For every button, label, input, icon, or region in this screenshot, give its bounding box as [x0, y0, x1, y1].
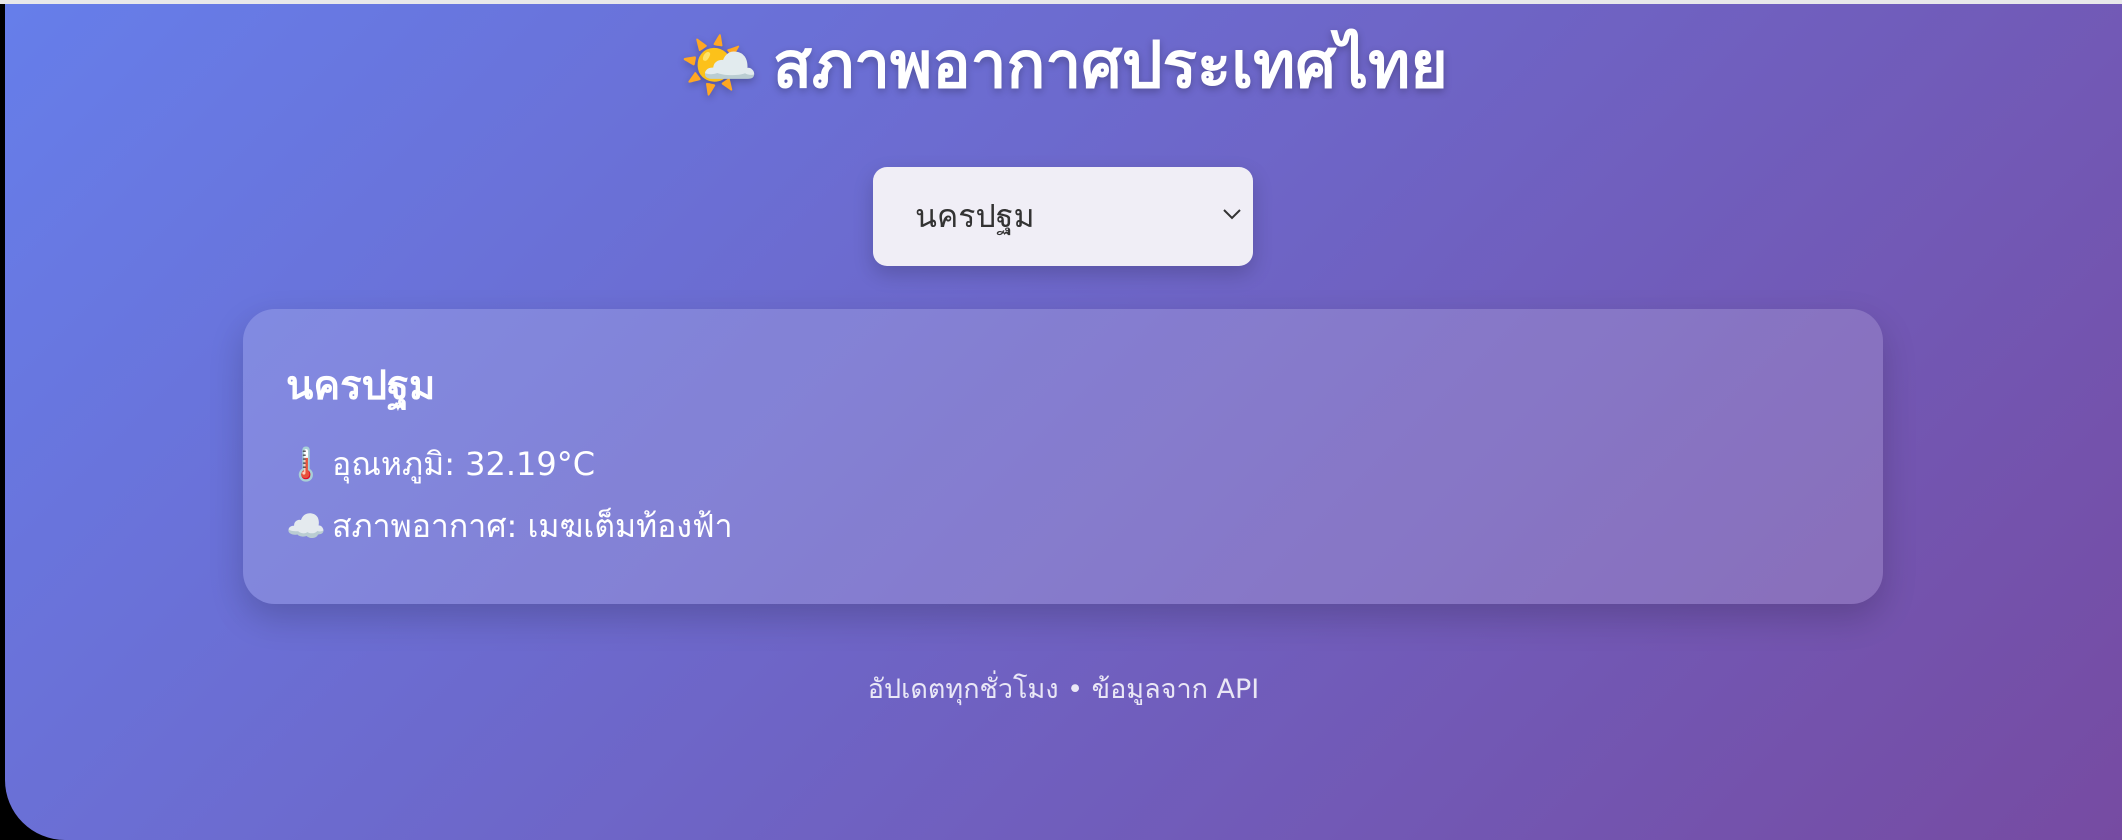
cloud-icon: ☁️ — [286, 507, 326, 545]
thermometer-icon: 🌡️ — [286, 445, 326, 483]
province-select[interactable]: นครปฐม — [873, 167, 1253, 266]
chevron-down-icon — [1223, 209, 1241, 220]
temperature-row: 🌡️ อุณหภูมิ: 32.19°C — [286, 442, 595, 486]
weather-city-name: นครปฐม — [286, 363, 436, 409]
condition-text: สภาพอากาศ: เมฆเต็มท้องฟ้า — [332, 507, 733, 545]
temperature-text: อุณหภูมิ: 32.19°C — [332, 445, 596, 483]
footer-note: อัปเดตทุกชั่วโมง • ข้อมูลจาก API — [867, 674, 1260, 705]
weather-card: นครปฐม 🌡️ อุณหภูมิ: 32.19°C ☁️ สภาพอากาศ… — [243, 309, 1883, 604]
page-title: สภาพอากาศประเทศไทย — [772, 29, 1448, 103]
sun-behind-cloud-icon: 🌤️ — [679, 29, 759, 103]
condition-row: ☁️ สภาพอากาศ: เมฆเต็มท้องฟ้า — [286, 504, 733, 548]
province-select-value: นครปฐม — [915, 197, 1035, 235]
page-background: 🌤️ สภาพอากาศประเทศไทย นครปฐม นครปฐม 🌡️ อุ… — [5, 4, 2122, 840]
page-header: 🌤️ สภาพอากาศประเทศไทย — [5, 26, 2122, 106]
